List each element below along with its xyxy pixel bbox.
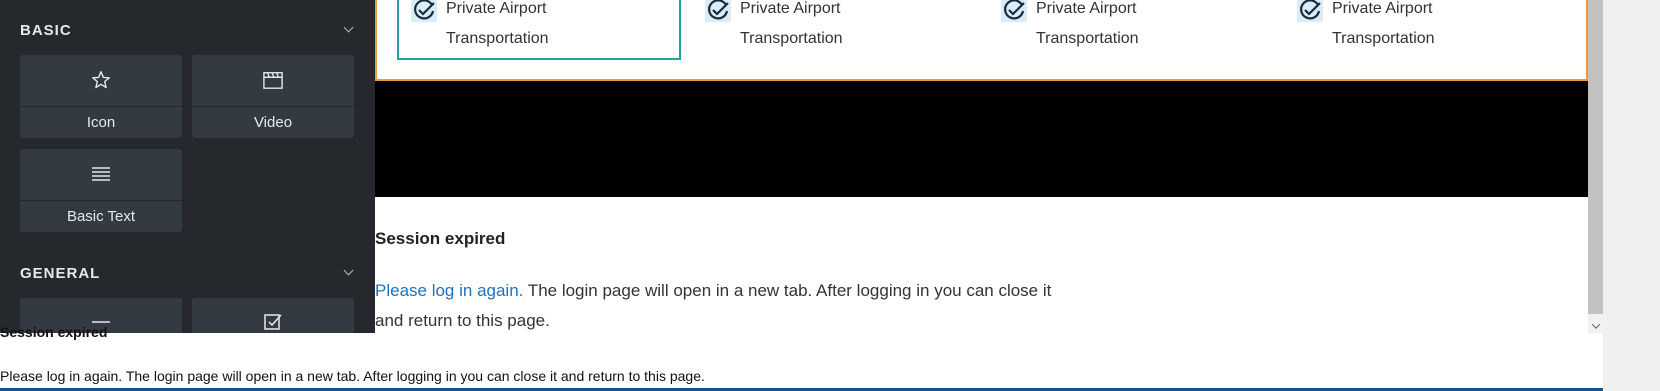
features-section[interactable]: Private Airport Transportation Private A…: [375, 0, 1588, 81]
feature-line-2: Transportation: [446, 30, 549, 47]
feature-line-1: Private Airport: [740, 0, 841, 17]
basic-section-title: BASIC: [20, 21, 72, 39]
check-circle-icon: [1001, 0, 1027, 22]
check-circle-icon: [705, 0, 731, 22]
feature-line-2: Transportation: [740, 30, 843, 47]
feature-text: Private Airport Transportation: [1036, 0, 1139, 54]
widget-panel: BASIC Icon Video Basic Text GENERAL: [0, 0, 375, 333]
basic-section-header[interactable]: BASIC: [20, 19, 356, 41]
session-message-part-2: and return to this page.: [375, 311, 550, 330]
widget-checkbox-item[interactable]: [192, 298, 354, 333]
underlying-session-message: Please log in again. The login page will…: [0, 368, 705, 384]
feature-line-1: Private Airport: [1036, 0, 1137, 17]
widget-label: Video: [253, 114, 293, 131]
widget-icon[interactable]: Icon: [20, 55, 182, 138]
text-lines-icon: [20, 149, 182, 199]
feature-text: Private Airport Transportation: [740, 0, 843, 54]
feature-item[interactable]: Private Airport Transportation: [693, 0, 977, 60]
vertical-scrollbar[interactable]: [1588, 0, 1603, 333]
window-edge: [1603, 0, 1660, 391]
scrollbar-thumb[interactable]: [1588, 0, 1603, 314]
chevron-down-icon[interactable]: [342, 23, 356, 37]
scroll-down-arrow-icon[interactable]: [1588, 318, 1603, 333]
feature-text: Private Airport Transportation: [1332, 0, 1435, 54]
widget-label: Basic Text: [66, 208, 136, 225]
general-section-title: GENERAL: [20, 264, 101, 282]
session-message-part-1: The login page will open in a new tab. A…: [523, 281, 1052, 300]
star-icon: [20, 55, 182, 105]
feature-item[interactable]: Private Airport Transportation: [1285, 0, 1569, 60]
editor-window: BASIC Icon Video Basic Text GENERAL Priv…: [0, 0, 1660, 391]
widget-divider: [20, 106, 182, 107]
session-expired-title: Session expired: [375, 229, 506, 248]
feature-text: Private Airport Transportation: [446, 0, 549, 54]
login-again-link[interactable]: Please log in again.: [375, 281, 523, 300]
session-expired-message: Please log in again. The login page will…: [375, 276, 1075, 336]
widget-label: Icon: [86, 114, 116, 131]
widget-divider: [20, 200, 182, 201]
general-section-header[interactable]: GENERAL: [20, 262, 356, 284]
video-clapper-icon: [192, 55, 354, 105]
chevron-down-icon[interactable]: [342, 266, 356, 280]
widget-basic-text[interactable]: Basic Text: [20, 149, 182, 232]
checkbox-icon: [192, 298, 354, 346]
feature-line-2: Transportation: [1332, 30, 1435, 47]
page-preview: Private Airport Transportation Private A…: [375, 0, 1588, 333]
widget-divider: [192, 106, 354, 107]
feature-line-1: Private Airport: [1332, 0, 1433, 17]
feature-item-selected[interactable]: Private Airport Transportation: [397, 0, 681, 60]
underlying-session-title: Session expired: [0, 324, 108, 340]
feature-item[interactable]: Private Airport Transportation: [989, 0, 1273, 60]
check-circle-icon: [411, 0, 437, 22]
feature-line-1: Private Airport: [446, 0, 547, 17]
widget-video[interactable]: Video: [192, 55, 354, 138]
check-circle-icon: [1297, 0, 1323, 22]
feature-line-2: Transportation: [1036, 30, 1139, 47]
video-section[interactable]: [375, 81, 1588, 197]
